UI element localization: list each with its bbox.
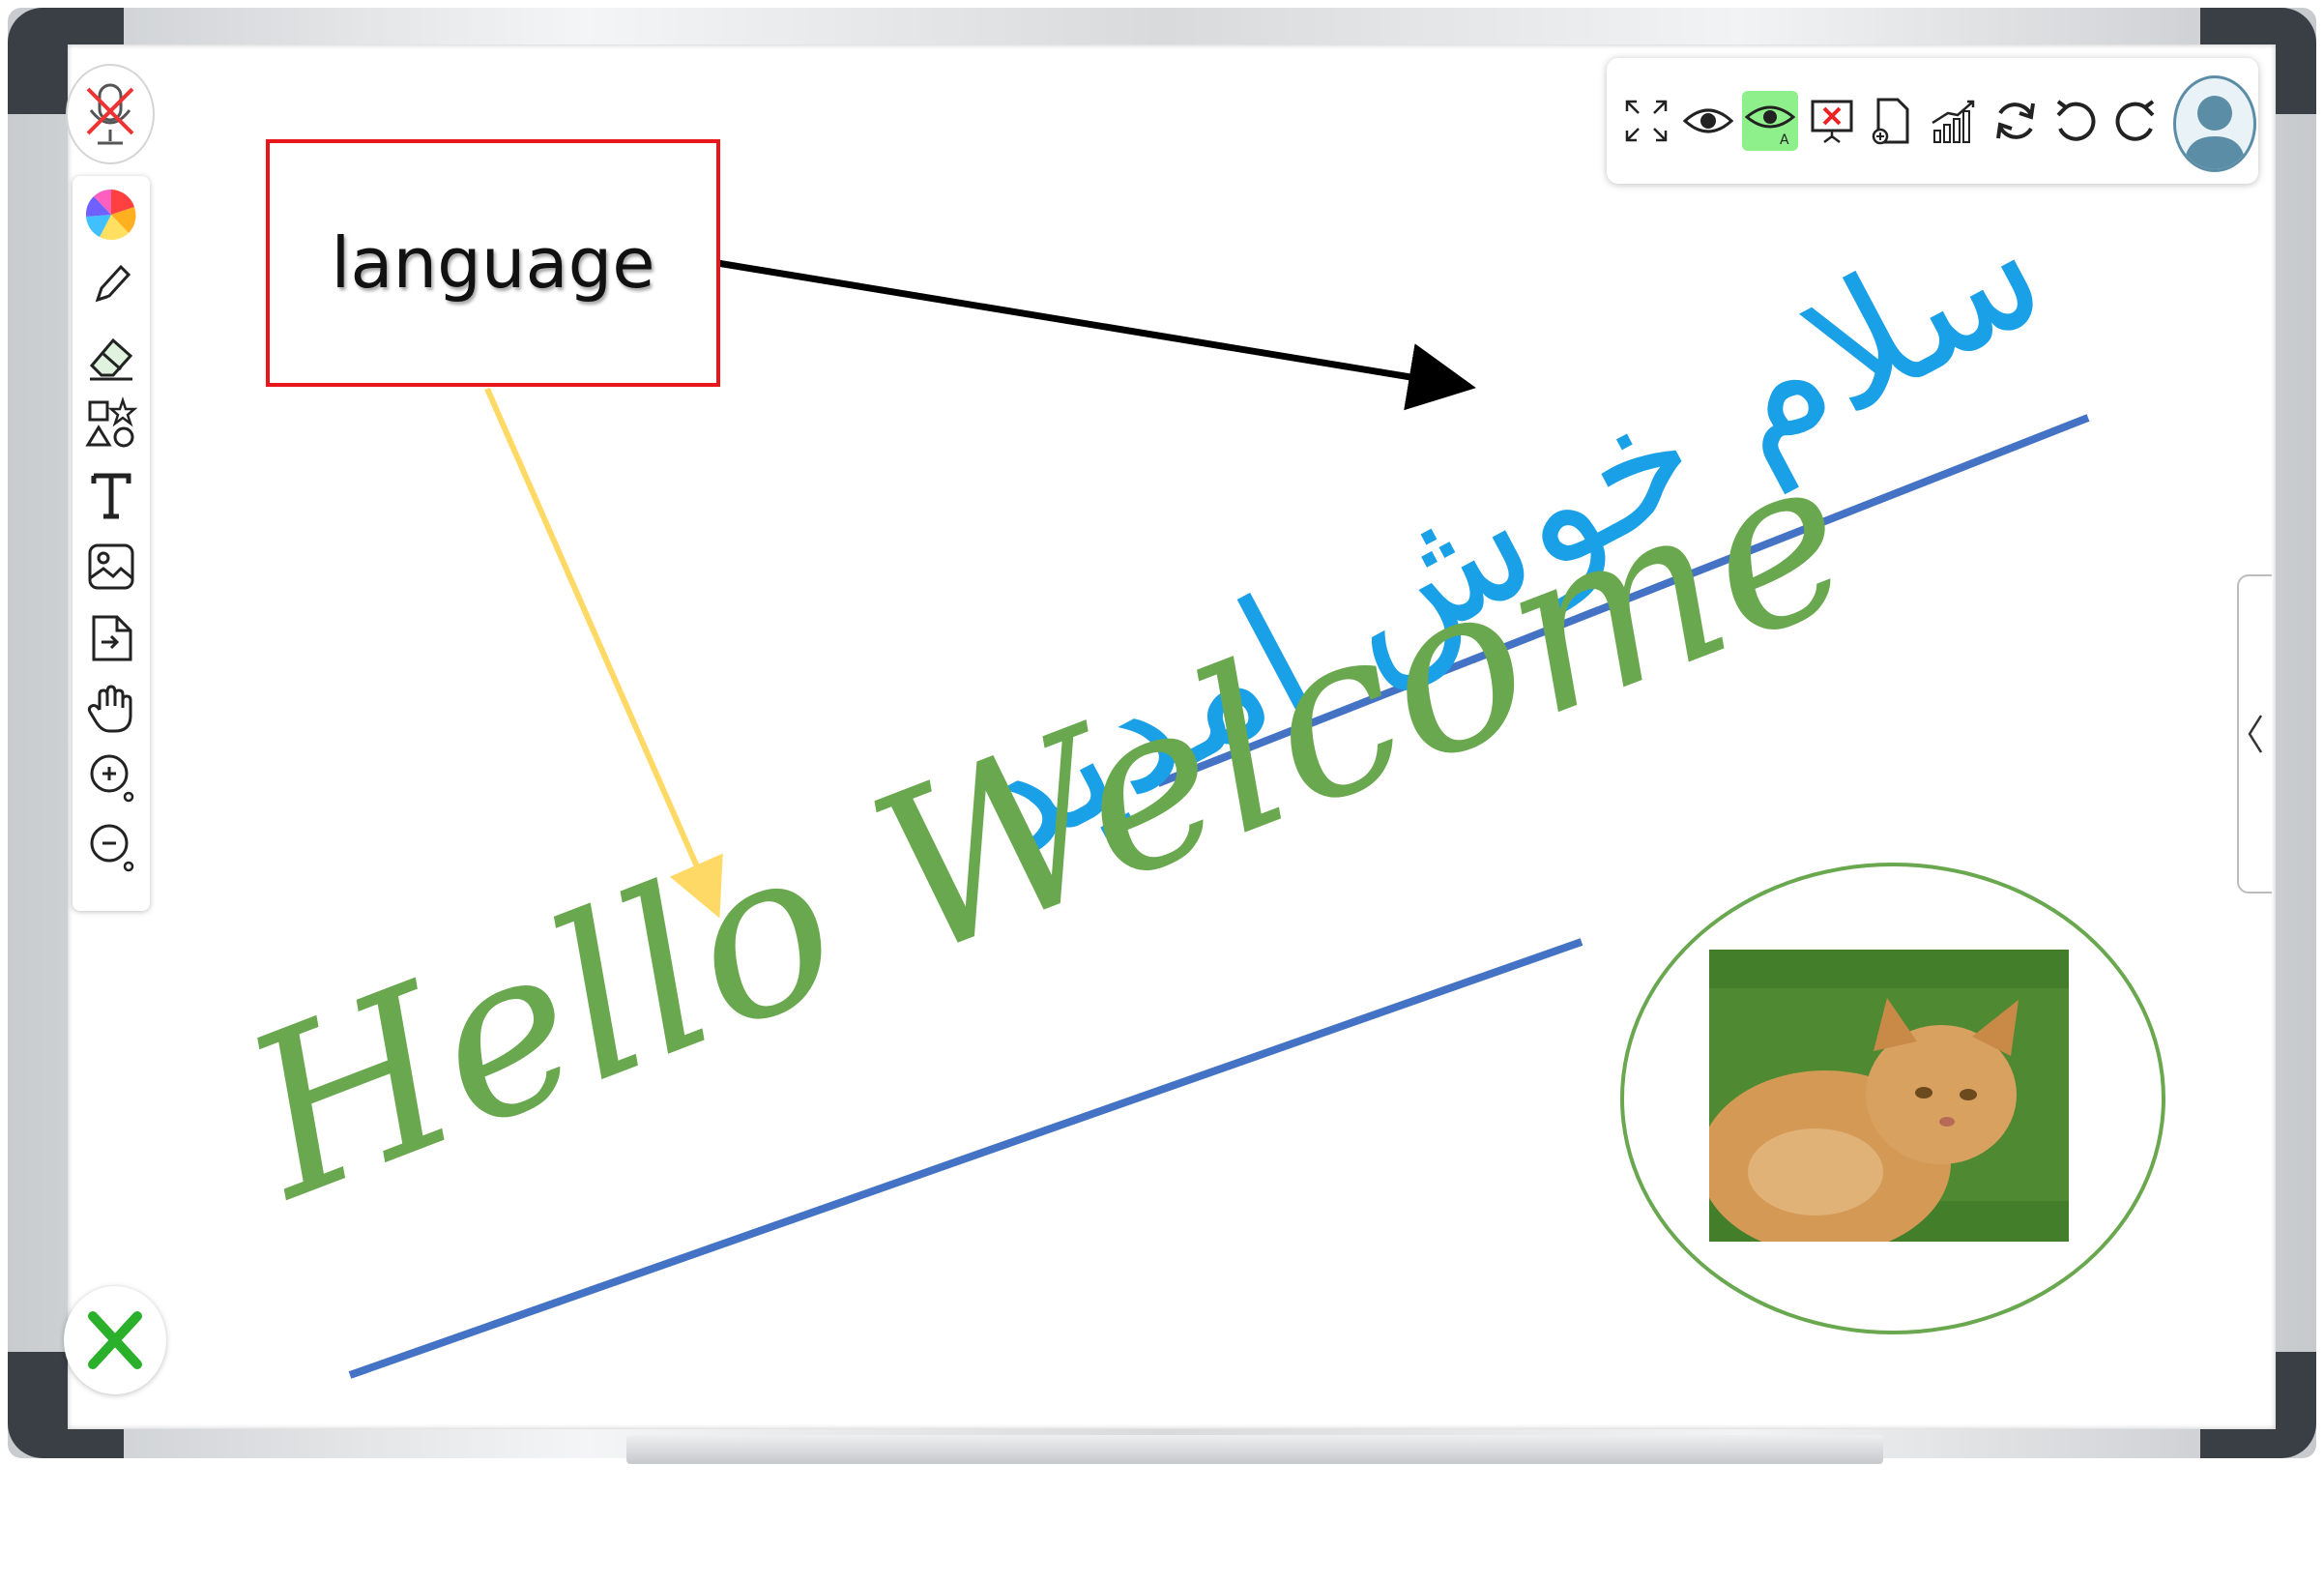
fullscreen-icon (1625, 100, 1668, 142)
color-picker-button[interactable] (84, 188, 138, 242)
view-icon (1683, 108, 1733, 133)
image-icon (88, 543, 134, 590)
mic-off-icon (86, 83, 134, 145)
close-presentation-icon (1811, 100, 1853, 143)
undo-icon (2056, 100, 2096, 141)
eraser-tool-button[interactable] (84, 329, 138, 383)
shapes-tool-button[interactable] (84, 396, 138, 451)
cat-image[interactable] (1709, 950, 2069, 1242)
side-panel-toggle[interactable] (2237, 574, 2272, 894)
close-presentation-button[interactable] (1804, 91, 1860, 151)
user-avatar[interactable] (2173, 75, 2256, 172)
close-icon (88, 1311, 142, 1369)
shapes-icon (85, 396, 138, 448)
fullscreen-button[interactable] (1618, 91, 1674, 151)
refresh-icon (1996, 103, 2035, 139)
add-page-button[interactable] (1864, 91, 1920, 151)
chevron-left-icon (2248, 715, 2263, 753)
eraser-icon (89, 337, 133, 381)
image-tool-button[interactable] (84, 540, 138, 594)
zoom-out-button[interactable] (84, 820, 138, 874)
close-whiteboard-button[interactable] (64, 1286, 166, 1394)
import-file-button[interactable] (84, 611, 138, 665)
refresh-button[interactable] (1988, 91, 2044, 151)
file-import-icon (92, 615, 132, 661)
view-all-icon: A (1745, 105, 1795, 146)
redo-icon (2115, 100, 2155, 141)
pencil-icon (95, 264, 131, 303)
redo-button[interactable] (2107, 91, 2164, 151)
view-button[interactable] (1680, 91, 1736, 151)
top-toolbar: A (1607, 58, 2258, 184)
stats-icon (1932, 100, 1975, 143)
color-wheel-icon (85, 189, 136, 241)
text-icon (91, 473, 131, 519)
zoom-in-icon (90, 754, 134, 803)
hand-pan-icon (87, 685, 132, 733)
add-page-icon (1872, 98, 1909, 145)
arrow-black (716, 259, 1476, 411)
left-toolbar (73, 176, 150, 911)
text-tool-button[interactable] (84, 468, 138, 522)
pan-tool-button[interactable] (84, 681, 138, 735)
language-text: language (331, 222, 655, 304)
mic-off-button[interactable] (66, 64, 155, 164)
view-all-button[interactable]: A (1742, 91, 1798, 151)
user-avatar-icon (2184, 96, 2246, 169)
svg-text:A: A (1780, 132, 1789, 146)
zoom-in-button[interactable] (84, 750, 138, 805)
drawing-canvas[interactable]: language سلام خوش امدید Hello Welcome (0, 0, 2324, 1582)
undo-button[interactable] (2048, 91, 2104, 151)
zoom-out-icon (90, 824, 134, 872)
language-textbox[interactable]: language (266, 139, 720, 387)
pencil-tool-button[interactable] (84, 257, 138, 311)
statistics-button[interactable] (1926, 91, 1982, 151)
